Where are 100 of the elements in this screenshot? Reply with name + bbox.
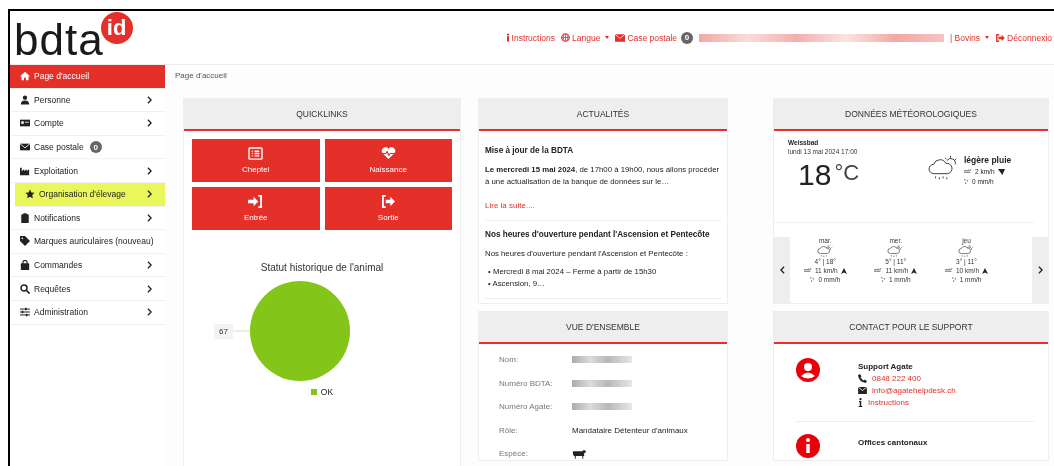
card-header: ACTUALITÉS	[479, 99, 727, 131]
menu-item-icon	[20, 94, 30, 105]
temperature-unit: °C	[834, 159, 860, 187]
wind-icon	[964, 169, 972, 174]
cow-icon	[572, 448, 587, 459]
rain-icon	[810, 277, 816, 282]
menu-item-icon	[20, 236, 30, 247]
menu-item-icon	[20, 118, 30, 129]
field-label: Numéro Agate:	[499, 402, 554, 412]
wind-icon	[803, 268, 812, 273]
chevron-right-icon	[147, 284, 152, 293]
sidebar-item[interactable]: Notifications	[10, 206, 165, 231]
rain-icon	[880, 277, 886, 282]
chevron-right-icon	[147, 213, 152, 222]
sidebar-item[interactable]: Administration	[10, 300, 165, 325]
quicklink-button[interactable]: Entrée	[192, 187, 320, 230]
sidebar-item[interactable]: Commandes	[10, 253, 165, 278]
field-label: Rôle:	[499, 425, 519, 435]
envelope-icon	[858, 387, 867, 394]
chevron-right-icon	[147, 308, 152, 317]
breadcrumb: Page d'accueil	[174, 70, 228, 82]
chevron-right-icon	[147, 166, 152, 175]
menu-item-icon	[20, 165, 30, 176]
top-nav-link[interactable]: Case postale 0	[615, 31, 693, 44]
blurred-value	[572, 403, 632, 411]
sign-out-icon	[380, 195, 396, 208]
sidebar-item[interactable]: Page d'accueil	[10, 65, 165, 89]
sidebar-item[interactable]: Compte	[10, 112, 165, 136]
info-icon	[505, 33, 510, 42]
menu-item-icon	[20, 283, 30, 294]
temperature: 18	[798, 159, 832, 191]
menu-item-icon	[20, 142, 30, 153]
quicklink-button[interactable]: Cheptel	[192, 139, 320, 182]
quicklink-button[interactable]: Sortie	[324, 187, 452, 230]
top-nav-link[interactable]: Instructions	[505, 32, 555, 43]
sidebar-item[interactable]: Organisation d'élevage	[15, 182, 165, 207]
envelope-icon	[615, 33, 626, 42]
news-heading: Mise à jour de la BDTA	[485, 145, 575, 156]
contact-link[interactable]: info@agatehelpdesk.ch	[872, 386, 956, 395]
phone-icon	[858, 374, 867, 383]
chevron-right-icon	[147, 261, 152, 270]
leader-line	[232, 330, 250, 332]
card-header: DONNÉES MÉTÉOROLOGIQUES	[774, 99, 1048, 131]
logout-icon	[995, 33, 1006, 42]
chevron-right-icon	[1037, 266, 1043, 274]
sidebar-item[interactable]: Case postale 0	[10, 135, 165, 160]
top-nav-link[interactable]: Langue	[561, 32, 610, 43]
previous-button[interactable]	[774, 237, 790, 303]
rain-icon	[951, 277, 957, 282]
menu-item-icon	[20, 307, 30, 318]
card-header: QUICKLINKS	[184, 99, 460, 131]
menu-item-icon	[20, 260, 30, 271]
cloud-sun-rain-icon	[816, 244, 834, 258]
weather-condition: légère pluie	[964, 155, 1012, 165]
field-label: Numéro BDTA:	[499, 378, 554, 388]
wind-icon	[944, 268, 953, 273]
quicklink-button[interactable]: Naissance	[324, 139, 452, 182]
blurred-value	[572, 379, 632, 387]
wind-icon	[874, 268, 883, 273]
contact-link[interactable]: Instructions	[868, 398, 909, 407]
read-more-link[interactable]: Lire la suite....	[485, 201, 535, 210]
globe-icon	[561, 33, 570, 42]
chevron-left-icon	[779, 266, 785, 274]
wind-direction-icon	[982, 267, 989, 274]
info-circle-icon	[796, 434, 820, 458]
cloud-sun-rain-icon	[958, 244, 975, 258]
news-heading: Nos heures d'ouverture pendant l'Ascension et Pentecôte	[485, 229, 711, 240]
wind-direction-icon	[840, 267, 847, 274]
contact-name: Offices cantonaux	[858, 438, 928, 447]
menu-item-icon	[20, 71, 30, 82]
contact-link[interactable]: 0848 222 400	[872, 374, 921, 383]
chevron-right-icon	[147, 119, 152, 128]
menu-item-icon	[20, 212, 30, 223]
heartbeat-icon	[380, 147, 396, 160]
data-label: 67	[214, 323, 233, 339]
info-icon	[858, 398, 863, 407]
top-nav-link[interactable]: | Bovins	[950, 32, 990, 43]
chevron-right-icon	[147, 190, 152, 199]
cloud-sun-rain-icon	[887, 244, 905, 258]
chart-title: Statut historique de l'animal	[260, 262, 384, 273]
sign-in-icon	[248, 195, 264, 208]
sidebar-item[interactable]: Marques auriculaires (nouveau)	[10, 230, 165, 254]
field-label: Espèce:	[499, 449, 529, 459]
wind-direction-icon	[911, 267, 918, 274]
legend-item: OK	[310, 387, 334, 397]
card-header: VUE D'ENSEMBLE	[479, 312, 727, 344]
contact-name: Support Agate	[858, 362, 914, 371]
sidebar-item[interactable]: Exploitation	[10, 159, 165, 183]
top-nav-link[interactable]: Déconnexio	[995, 32, 1052, 43]
chevron-right-icon	[147, 95, 152, 104]
field-value: Mandataire Détenteur d'animaux	[572, 425, 688, 435]
next-button[interactable]	[1032, 237, 1048, 303]
field-label: Nom:	[499, 355, 520, 365]
blurred-value	[572, 356, 632, 364]
menu-item-icon	[25, 189, 35, 200]
wind-direction-icon	[997, 168, 1005, 175]
list-icon	[248, 147, 264, 160]
user-circle-icon	[796, 358, 820, 382]
card-header: CONTACT POUR LE SUPPORT	[774, 312, 1048, 344]
rain-icon	[964, 179, 969, 184]
